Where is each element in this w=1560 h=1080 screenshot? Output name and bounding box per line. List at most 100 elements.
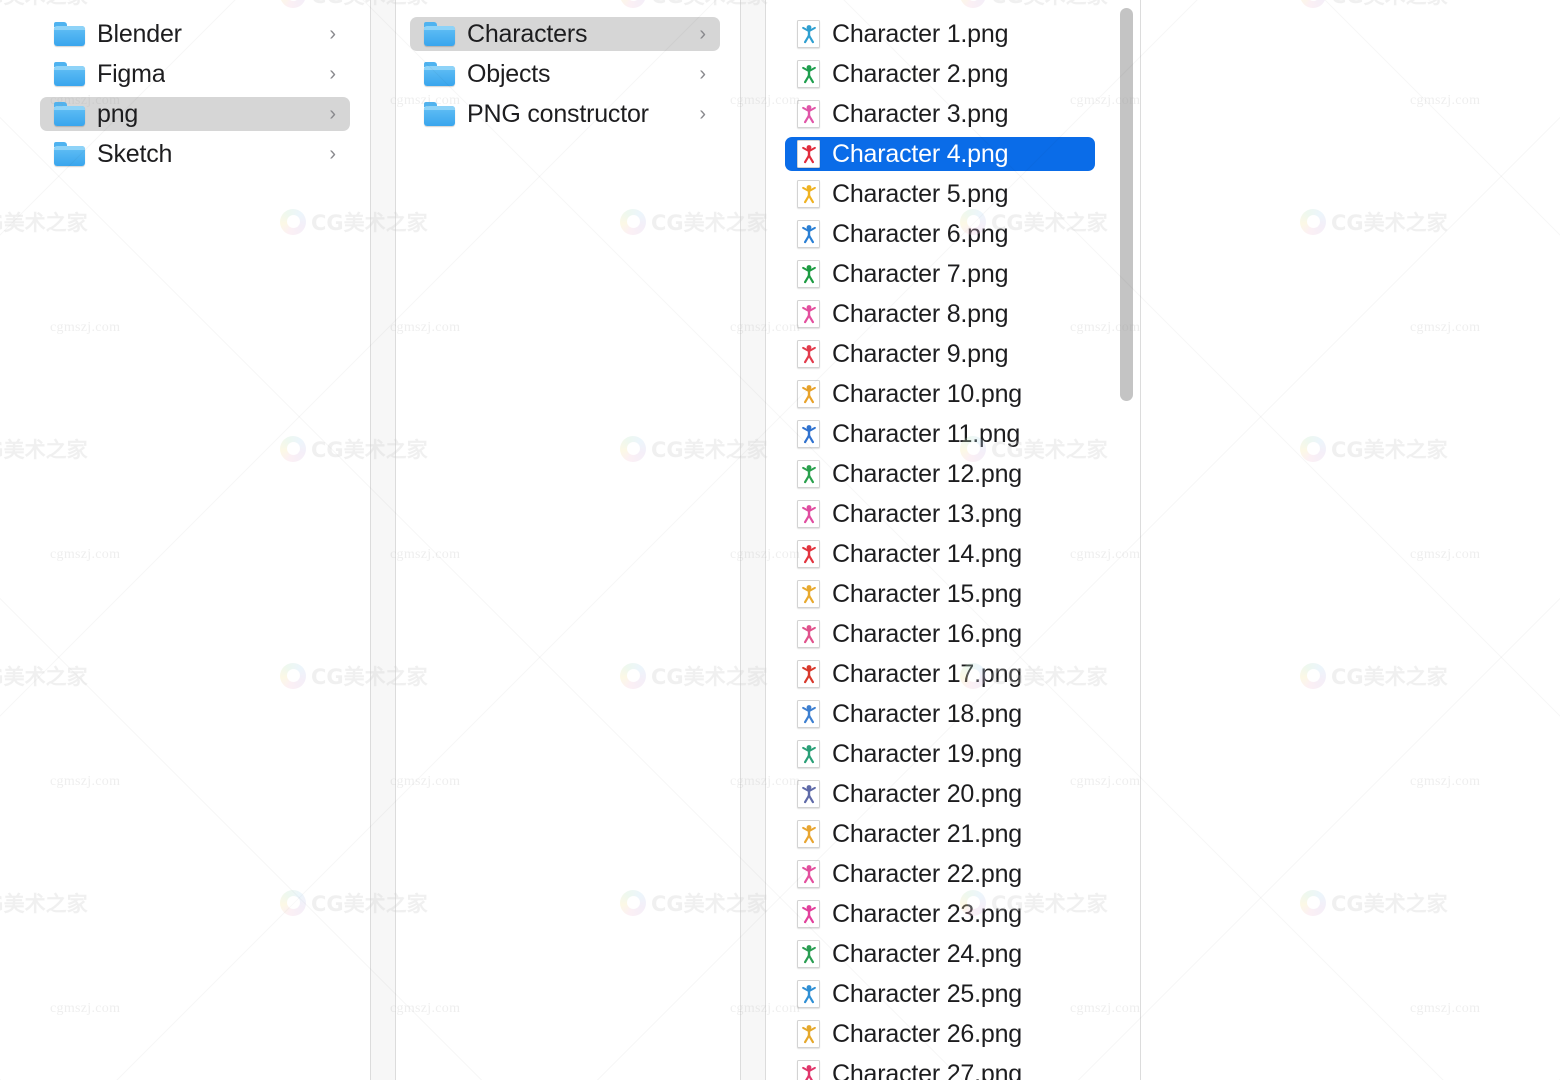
file-name: Character 5.png [832,179,1009,208]
file-row[interactable]: Character 25.png [785,977,1095,1011]
folder-icon [54,102,85,126]
file-list-scrollbar[interactable] [1120,8,1133,401]
file-row[interactable]: Character 18.png [785,697,1095,731]
png-thumbnail-icon [797,780,820,808]
chevron-right-icon[interactable]: › [329,144,336,164]
folder-icon [424,102,455,126]
folder-row[interactable]: Objects › [410,57,720,91]
chevron-right-icon[interactable]: › [699,24,706,44]
column-divider-1b[interactable] [395,0,396,1080]
file-name: Character 17.png [832,659,1022,688]
column-divider-2b[interactable] [765,0,766,1080]
file-name: Character 16.png [832,619,1022,648]
file-row[interactable]: Character 8.png [785,297,1095,331]
folder-name: Characters [467,19,588,48]
png-thumbnail-icon [797,980,820,1008]
finder-column-1[interactable]: Blender › Figma › png › Sketch › [0,0,370,1080]
file-row[interactable]: Character 6.png [785,217,1095,251]
png-thumbnail-icon [797,740,820,768]
column-gutter-1 [370,0,396,1080]
file-row[interactable]: Character 12.png [785,457,1095,491]
folder-name: Blender [97,19,182,48]
chevron-right-icon[interactable]: › [329,24,336,44]
folder-row[interactable]: Figma › [40,57,350,91]
png-thumbnail-icon [797,500,820,528]
file-row[interactable]: Character 14.png [785,537,1095,571]
column-gutter-2 [740,0,766,1080]
file-name: Character 13.png [832,499,1022,528]
file-name: Character 7.png [832,259,1009,288]
file-name: Character 27.png [832,1059,1022,1080]
png-thumbnail-icon [797,620,820,648]
file-name: Character 21.png [832,819,1022,848]
folder-row[interactable]: Characters › [410,17,720,51]
file-row[interactable]: Character 13.png [785,497,1095,531]
finder-column-view: Blender › Figma › png › Sketch › Characters › Obj… [0,0,1560,1080]
folder-icon [54,142,85,166]
folder-name: png [97,99,139,128]
folder-name: Sketch [97,139,173,168]
png-thumbnail-icon [797,20,820,48]
file-name: Character 18.png [832,699,1022,728]
file-row[interactable]: Character 23.png [785,897,1095,931]
finder-preview-column [1141,0,1560,1080]
finder-column-2[interactable]: Characters › Objects › PNG constructor › [396,0,740,1080]
file-name: Character 10.png [832,379,1022,408]
chevron-right-icon[interactable]: › [329,104,336,124]
column-divider-2[interactable] [740,0,741,1080]
file-name: Character 22.png [832,859,1022,888]
finder-column-3[interactable]: Character 1.png Character 2.png Character … [766,0,1140,1080]
png-thumbnail-icon [797,660,820,688]
file-row[interactable]: Character 20.png [785,777,1095,811]
file-row[interactable]: Character 22.png [785,857,1095,891]
png-thumbnail-icon [797,180,820,208]
file-name: Character 23.png [832,899,1022,928]
folder-icon [424,62,455,86]
file-row[interactable]: Character 9.png [785,337,1095,371]
png-thumbnail-icon [797,380,820,408]
file-row[interactable]: Character 1.png [785,17,1095,51]
file-row[interactable]: Character 21.png [785,817,1095,851]
file-row[interactable]: Character 16.png [785,617,1095,651]
png-thumbnail-icon [797,140,820,168]
file-row[interactable]: Character 19.png [785,737,1095,771]
file-name: Character 11.png [832,419,1021,448]
file-row[interactable]: Character 17.png [785,657,1095,691]
column-divider-1[interactable] [370,0,371,1080]
column-divider-3[interactable] [1140,0,1141,1080]
png-thumbnail-icon [797,820,820,848]
folder-icon [54,22,85,46]
file-row[interactable]: Character 7.png [785,257,1095,291]
png-thumbnail-icon [797,420,820,448]
file-row[interactable]: Character 3.png [785,97,1095,131]
file-row[interactable]: Character 10.png [785,377,1095,411]
png-thumbnail-icon [797,1060,820,1080]
file-name: Character 14.png [832,539,1022,568]
file-name: Character 9.png [832,339,1009,368]
file-name: Character 4.png [832,139,1009,168]
chevron-right-icon[interactable]: › [699,104,706,124]
png-thumbnail-icon [797,340,820,368]
chevron-right-icon[interactable]: › [329,64,336,84]
png-thumbnail-icon [797,220,820,248]
file-row[interactable]: Character 15.png [785,577,1095,611]
file-row[interactable]: Character 24.png [785,937,1095,971]
file-row[interactable]: Character 11.png [785,417,1095,451]
file-name: Character 24.png [832,939,1022,968]
file-name: Character 8.png [832,299,1009,328]
png-thumbnail-icon [797,860,820,888]
folder-row[interactable]: Blender › [40,17,350,51]
folder-row[interactable]: png › [40,97,350,131]
folder-name: Figma [97,59,166,88]
file-row[interactable]: Character 4.png [785,137,1095,171]
file-name: Character 2.png [832,59,1009,88]
file-name: Character 20.png [832,779,1022,808]
folder-row[interactable]: PNG constructor › [410,97,720,131]
chevron-right-icon[interactable]: › [699,64,706,84]
file-row[interactable]: Character 27.png [785,1057,1095,1080]
file-row[interactable]: Character 5.png [785,177,1095,211]
file-row[interactable]: Character 26.png [785,1017,1095,1051]
file-row[interactable]: Character 2.png [785,57,1095,91]
folder-row[interactable]: Sketch › [40,137,350,171]
folder-icon [424,22,455,46]
